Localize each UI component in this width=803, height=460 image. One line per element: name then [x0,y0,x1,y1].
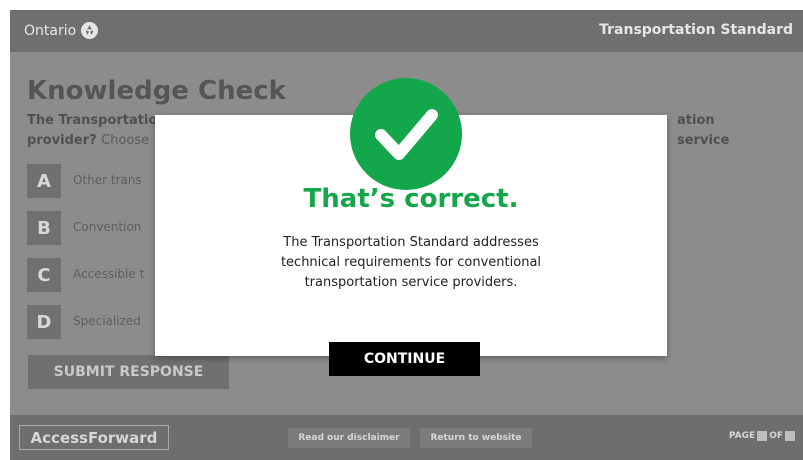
option-text[interactable]: Specialized [73,314,141,328]
header-bar: Ontario Transportation Standard [10,10,803,52]
option-letter[interactable]: B [27,211,61,245]
option-letter[interactable]: A [27,164,61,198]
return-to-website-link[interactable]: Return to website [420,428,532,448]
checkmark-icon [350,78,462,190]
question-end: ation service [677,113,730,148]
modal-body: The Transportation Standard addresses te… [225,233,597,293]
question-start: The Transportatio [27,113,158,128]
option-text[interactable]: Convention [73,220,141,234]
submit-response-button[interactable]: SUBMIT RESPONSE [28,355,229,389]
course-title: Transportation Standard [599,22,793,38]
page-title: Knowledge Check [27,76,286,106]
page-indicator: PAGE OF [729,431,795,441]
modal-body-line: technical requirements for conventional [280,255,542,270]
brand: Ontario [24,22,99,39]
footer-bar: AccessForward Read our disclaimer Return… [10,415,803,460]
disclaimer-link[interactable]: Read our disclaimer [288,428,410,448]
brand-name: Ontario [24,22,77,39]
question-line-2: provider? Choose [27,131,149,151]
modal-body-line: transportation service providers. [304,275,518,290]
current-page-box [757,431,768,441]
total-pages-box [785,431,795,441]
of-label: OF [769,431,783,441]
option-text[interactable]: Accessible t [73,267,144,281]
continue-button[interactable]: CONTINUE [329,342,480,376]
modal-heading: That’s correct. [303,184,519,214]
modal-body-line: The Transportation Standard addresses [283,235,539,250]
option-text[interactable]: Other trans [73,173,142,187]
option-letter[interactable]: D [27,305,61,339]
question-line-2-bold: provider? [27,133,97,148]
trillium-icon [81,22,99,39]
question-instruction: Choose [101,133,150,148]
page-label: PAGE [728,431,756,441]
option-letter[interactable]: C [27,258,61,292]
accessforward-logo: AccessForward [19,425,169,450]
